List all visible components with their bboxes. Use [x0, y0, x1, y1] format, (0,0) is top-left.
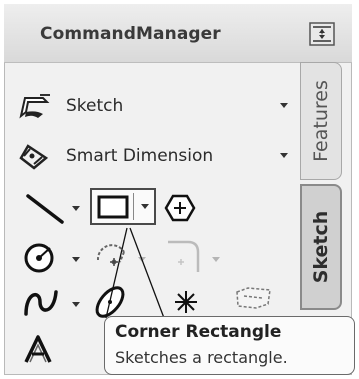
sketch-menu-item[interactable]: Sketch	[18, 90, 296, 122]
circle-dropdown-arrow[interactable]	[72, 257, 80, 262]
tab-features-label: Features	[310, 80, 332, 162]
fillet-dropdown-arrow[interactable]	[212, 257, 220, 262]
ellipse-icon[interactable]	[90, 282, 130, 320]
tooltip-title: Corner Rectangle	[115, 322, 282, 342]
sketch-fillet-icon[interactable]	[162, 238, 206, 276]
rectangle-dropdown-arrow[interactable]	[141, 204, 149, 209]
button-separator	[133, 193, 134, 220]
panel-header: CommandManager	[4, 4, 352, 63]
corner-rectangle-tooltip: Corner Rectangle Sketches a rectangle.	[104, 316, 355, 375]
corner-rectangle-icon	[97, 195, 129, 219]
polygon-icon[interactable]	[164, 192, 196, 224]
pin-icon[interactable]	[307, 20, 337, 48]
text-icon[interactable]	[22, 334, 56, 366]
smart-dimension-icon	[19, 144, 49, 170]
panel-title: CommandManager	[40, 24, 221, 44]
smart-dimension-menu-label: Smart Dimension	[66, 146, 214, 166]
smart-dimension-dropdown-arrow[interactable]	[280, 153, 288, 158]
spline-icon[interactable]	[22, 286, 60, 320]
sketch-menu-label: Sketch	[66, 96, 124, 116]
smart-dimension-menu-item[interactable]: Smart Dimension	[18, 140, 296, 172]
spline-dropdown-arrow[interactable]	[72, 302, 80, 307]
point-icon[interactable]	[172, 288, 200, 316]
tab-features[interactable]: Features	[300, 62, 342, 180]
line-icon[interactable]	[24, 192, 68, 226]
sketch-icon	[19, 94, 50, 119]
centerpoint-arc-icon[interactable]	[92, 240, 132, 274]
tab-sketch-label: Sketch	[310, 210, 332, 284]
circle-icon[interactable]	[22, 240, 58, 274]
tooltip-description: Sketches a rectangle.	[115, 348, 288, 367]
dashed-rectangle-icon[interactable]	[234, 284, 274, 312]
line-dropdown-arrow[interactable]	[72, 206, 80, 211]
sketch-dropdown-arrow[interactable]	[280, 103, 288, 108]
arc-dropdown-arrow[interactable]	[138, 257, 146, 262]
tab-sketch[interactable]: Sketch	[300, 184, 342, 310]
corner-rectangle-button[interactable]	[90, 188, 156, 225]
